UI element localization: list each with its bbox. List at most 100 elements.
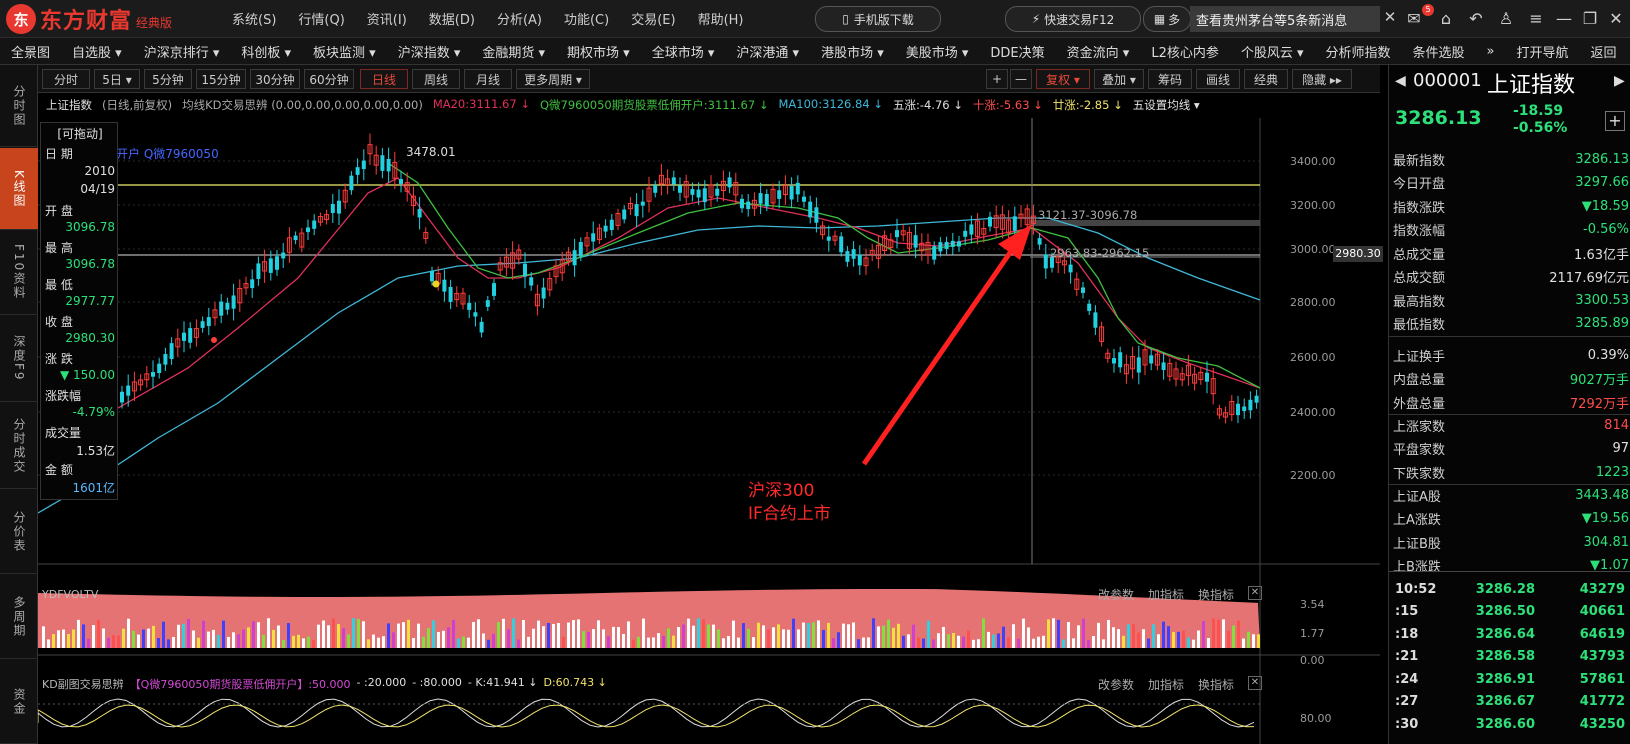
period-15min[interactable]: 15分钟	[196, 69, 246, 89]
nav-item[interactable]: 沪深港通 ▾	[725, 42, 810, 61]
logo-mark-icon: 东	[6, 4, 36, 34]
ma-settings[interactable]: 五设置均线 ▾	[1133, 97, 1200, 115]
vol-tick: 3.54	[1300, 598, 1325, 611]
nav-item[interactable]: 美股市场 ▾	[895, 42, 980, 61]
nav-item[interactable]: 自选股 ▾	[61, 42, 133, 61]
restore-icon[interactable]: ❐	[1580, 9, 1600, 29]
back-icon[interactable]: ↶	[1466, 9, 1486, 29]
mail-icon[interactable]: ✉	[1404, 9, 1424, 29]
news-notice[interactable]: 查看贵州茅台等5条新消息	[1190, 6, 1380, 32]
kd-add-indicator[interactable]: 加指标	[1148, 676, 1184, 693]
tab-multi-period[interactable]: 多周期	[0, 575, 38, 659]
period-daily[interactable]: 日线	[360, 69, 408, 89]
kd-swap-indicator[interactable]: 换指标	[1198, 676, 1234, 693]
classic-button[interactable]: 经典	[1244, 69, 1288, 89]
mobile-download-button[interactable]: ▯ 手机版下载	[815, 6, 941, 32]
home-icon[interactable]: ⌂	[1436, 9, 1456, 29]
nav-item[interactable]: 科创板 ▾	[230, 42, 302, 61]
zoom-in-button[interactable]: +	[986, 69, 1008, 89]
prev-stock-icon[interactable]: ◀	[1395, 73, 1406, 89]
volume-bar	[892, 627, 895, 648]
shirt-icon[interactable]: ♙	[1496, 9, 1516, 29]
menu-help[interactable]: 帮助(H)	[698, 9, 744, 28]
nav-item[interactable]: 港股市场 ▾	[810, 42, 895, 61]
nav-item[interactable]: 打开导航	[1506, 42, 1580, 61]
nav-item[interactable]: 个股风云 ▾	[1230, 42, 1315, 61]
zoom-out-button[interactable]: —	[1010, 69, 1032, 89]
period-more[interactable]: 更多周期 ▾	[516, 69, 590, 89]
vol-swap-indicator[interactable]: 换指标	[1198, 586, 1234, 603]
candle-down	[1068, 264, 1073, 273]
period-time[interactable]: 分时	[42, 69, 90, 89]
nav-item[interactable]: 全景图	[0, 42, 61, 61]
period-5day[interactable]: 5日 ▾	[94, 69, 140, 89]
quote-row-label: 总成交额	[1393, 271, 1446, 286]
nav-item[interactable]: L2核心内参	[1140, 42, 1230, 61]
volume-bar	[542, 626, 545, 648]
kline-info-box[interactable]: [可拖动] 日 期 2010 04/19 开 盘 3096.78 最 高 309…	[40, 122, 118, 500]
tab-f10[interactable]: F10资料	[0, 231, 38, 315]
multi-window-button[interactable]: ▦ 多	[1143, 6, 1191, 32]
close-icon[interactable]: ✕	[1380, 8, 1400, 30]
period-weekly[interactable]: 周线	[412, 69, 460, 89]
chips-button[interactable]: 筹码	[1148, 69, 1192, 89]
hide-button[interactable]: 隐藏 ▸▸	[1292, 69, 1352, 89]
quote-row-value: ▼19.56	[1581, 511, 1629, 526]
menu-quote[interactable]: 行情(Q)	[298, 9, 344, 28]
volume-bar	[702, 619, 705, 648]
nav-item[interactable]: 金融期货 ▾	[471, 42, 556, 61]
kd-close-icon[interactable]: ✕	[1248, 676, 1262, 690]
period-30min[interactable]: 30分钟	[250, 69, 300, 89]
menu-trade[interactable]: 交易(E)	[631, 9, 675, 28]
nav-item[interactable]: »	[1476, 44, 1506, 59]
window-close-icon[interactable]: ✕	[1606, 9, 1626, 29]
adjust-button[interactable]: 复权 ▾	[1036, 69, 1090, 89]
volume-bar	[417, 623, 420, 648]
candle-down	[640, 201, 645, 206]
period-monthly[interactable]: 月线	[464, 69, 512, 89]
candle-down	[913, 235, 918, 248]
volume-bar	[777, 624, 780, 648]
period-5min[interactable]: 5分钟	[144, 69, 192, 89]
candle-down	[802, 196, 806, 202]
tab-funds[interactable]: 资金	[0, 660, 38, 744]
minimize-icon[interactable]: —	[1554, 9, 1574, 29]
menu-analysis[interactable]: 分析(A)	[497, 9, 542, 28]
tab-price-table[interactable]: 分价表	[0, 490, 38, 574]
nav-item[interactable]: DDE决策	[979, 42, 1055, 61]
volume-bar	[167, 639, 170, 648]
candle-down	[634, 204, 639, 217]
nav-item[interactable]: 条件选股	[1402, 42, 1476, 61]
nav-item[interactable]: 板块监测 ▾	[302, 42, 387, 61]
add-watchlist-icon[interactable]: +	[1605, 111, 1625, 131]
menu-info[interactable]: 资讯(I)	[367, 9, 407, 28]
nav-item[interactable]: 期权市场 ▾	[556, 42, 641, 61]
next-stock-icon[interactable]: ▶	[1614, 73, 1625, 89]
tab-kline[interactable]: K线图	[0, 148, 38, 230]
nav-item[interactable]: 资金流向 ▾	[1056, 42, 1141, 61]
kline-chart[interactable]	[38, 118, 1380, 744]
period-60min[interactable]: 60分钟	[304, 69, 354, 89]
vol-add-indicator[interactable]: 加指标	[1148, 586, 1184, 603]
menu-function[interactable]: 功能(C)	[564, 9, 609, 28]
vol-close-icon[interactable]: ✕	[1248, 586, 1262, 600]
draw-button[interactable]: 画线	[1196, 69, 1240, 89]
nav-item[interactable]: 沪深指数 ▾	[387, 42, 472, 61]
tab-ticks[interactable]: 分时成交	[0, 403, 38, 489]
overlay-button[interactable]: 叠加 ▾	[1094, 69, 1144, 89]
tab-depth[interactable]: 深度F9	[0, 316, 38, 402]
menu-system[interactable]: 系统(S)	[232, 9, 276, 28]
vol-change-params[interactable]: 改参数	[1098, 586, 1134, 603]
kd-change-params[interactable]: 改参数	[1098, 676, 1134, 693]
nav-item[interactable]: 全球市场 ▾	[641, 42, 726, 61]
volume-bar	[887, 619, 890, 648]
quick-trade-button[interactable]: ⚡ 快速交易F12	[1005, 6, 1141, 32]
menu-icon[interactable]: ≡	[1526, 9, 1546, 29]
nav-item[interactable]: 沪深京排行 ▾	[133, 42, 231, 61]
volume-bar	[662, 635, 665, 648]
tab-time-sharing[interactable]: 分时图	[0, 65, 38, 147]
nav-item[interactable]: 返回	[1580, 42, 1628, 61]
menu-data[interactable]: 数据(D)	[429, 9, 475, 28]
nav-item[interactable]: 分析师指数	[1315, 42, 1402, 61]
volume-bar	[287, 623, 290, 648]
